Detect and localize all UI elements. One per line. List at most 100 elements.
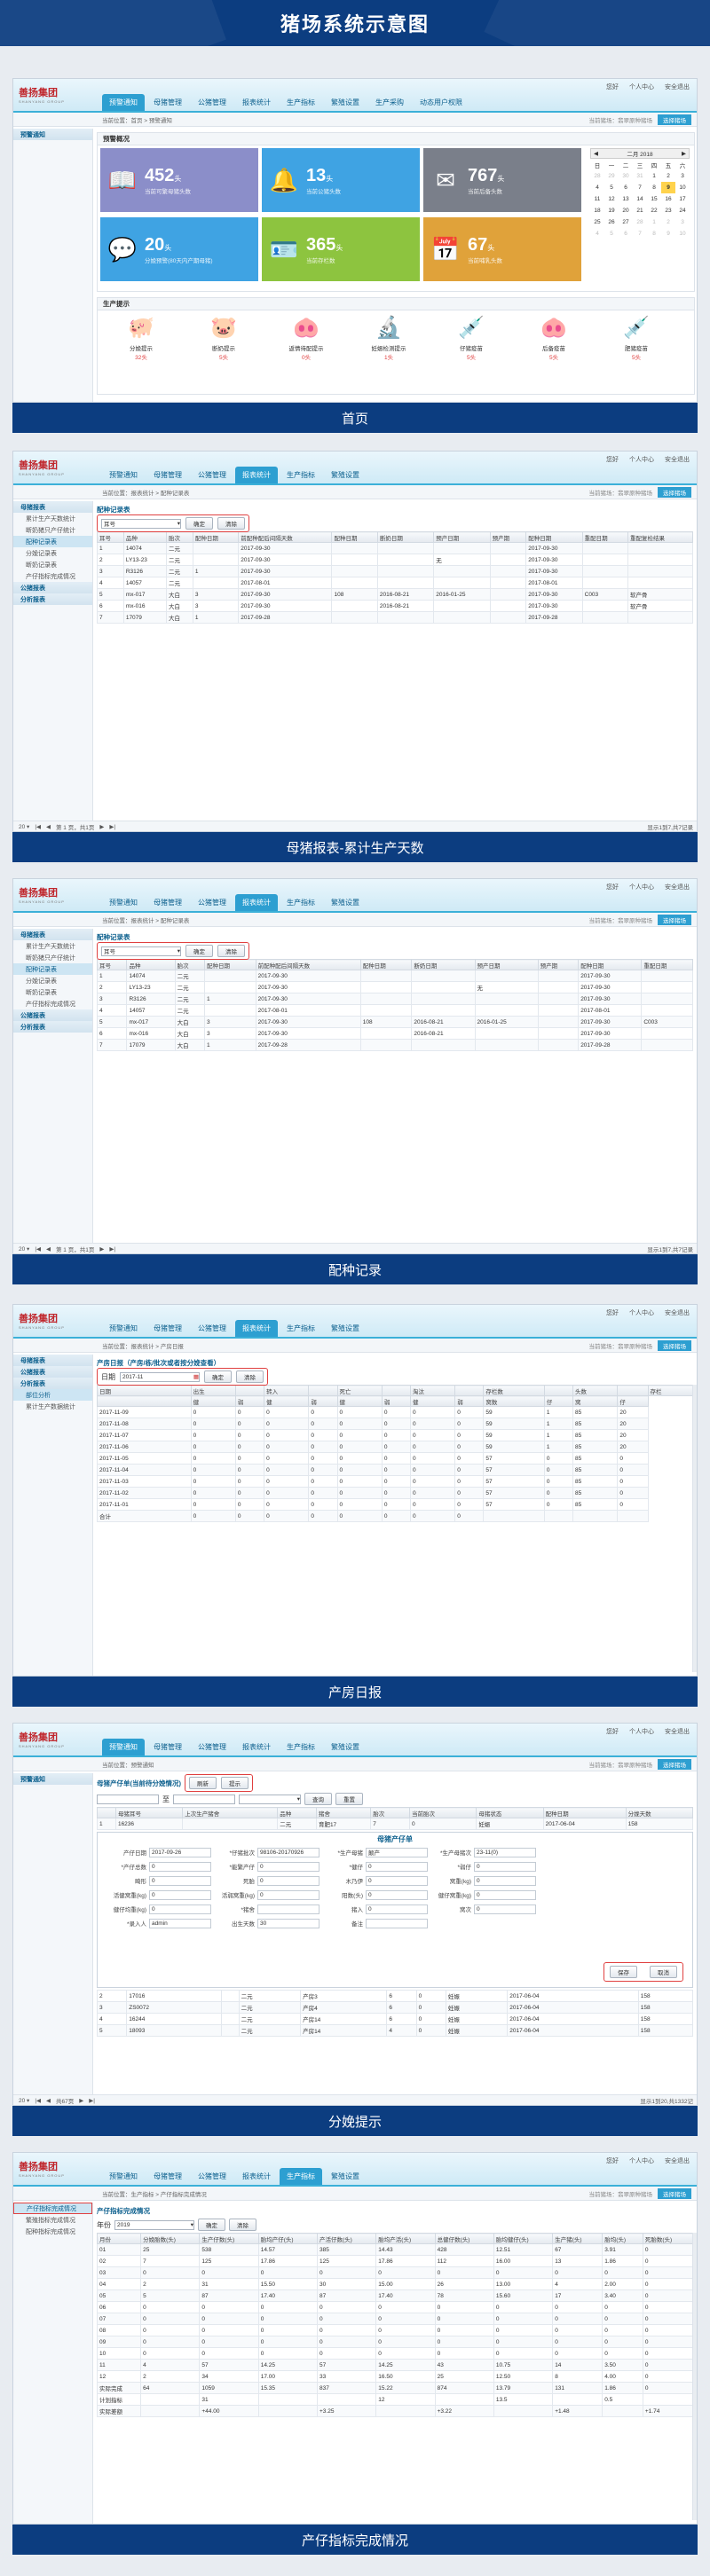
nav-tab[interactable]: 母猪管理 — [146, 1739, 189, 1755]
table-row[interactable]: 09 0 0 0 0 0 0 0 0 0 0 — [96, 2336, 694, 2348]
clear-button[interactable]: 清除 — [217, 517, 245, 530]
profile-link[interactable]: 个人中心 — [629, 883, 654, 891]
calendar-day[interactable]: 3 — [675, 216, 690, 228]
stat-card[interactable]: 📖 452头 当前可繁母猪头数 — [100, 148, 258, 212]
confirm-button[interactable]: 确定 — [198, 2219, 225, 2231]
nav-tab[interactable]: 母猪管理 — [146, 1320, 189, 1337]
calendar-day[interactable]: 16 — [661, 193, 675, 205]
table-row[interactable]: 2017-11-09 0 0 0 0 0 0 0 0 59 1 85 20 — [97, 1406, 693, 1418]
column-header[interactable]: 品种 — [122, 531, 168, 543]
calendar-day[interactable]: 9 — [661, 228, 675, 240]
switch-farm-button[interactable]: 选择猪场 — [658, 114, 691, 125]
calendar-day[interactable]: 1 — [647, 216, 661, 228]
column-header[interactable]: 配种日期 — [525, 531, 583, 543]
nav-tab[interactable]: 母猪管理 — [146, 894, 189, 911]
stat-card[interactable]: ✉ 767头 当前后备头数 — [423, 148, 581, 212]
refresh-button[interactable]: 刷新 — [189, 1777, 217, 1789]
page-size[interactable]: 20 ▾ — [19, 1245, 29, 1253]
calendar-day[interactable]: 21 — [633, 205, 647, 216]
field-input[interactable]: 0 — [149, 1861, 211, 1872]
nav-tab[interactable]: 繁殖设置 — [324, 1739, 367, 1755]
field-input[interactable]: 0 — [257, 1889, 320, 1900]
table-row[interactable]: 实际完成 64 1059 15.35 837 15.22 874 13.79 131 1.86 0 — [96, 2382, 694, 2394]
calendar-day[interactable]: 4 — [590, 228, 604, 240]
table-row[interactable]: 11 4 57 14.25 57 14.25 43 10.75 14 3.50 0 — [96, 2359, 694, 2371]
column-header[interactable]: 胎均产活(头) — [375, 2233, 436, 2244]
table-row[interactable]: 2017-11-03 0 0 0 0 0 0 0 0 57 0 85 0 — [97, 1475, 693, 1488]
prev-page-icon[interactable]: ◀ — [46, 2097, 51, 2104]
calendar-day[interactable]: 31 — [633, 170, 647, 182]
table-row[interactable]: 6 mx-016 大白 3 2017-09-30 2016-08-21 2017-09-30… — [97, 600, 693, 612]
column-header[interactable]: 预产日期 — [433, 531, 491, 543]
calendar-day[interactable]: 6 — [619, 182, 633, 193]
column-header[interactable]: 配种日期 — [578, 959, 643, 970]
column-header[interactable]: 重配日期 — [641, 959, 693, 970]
table-row[interactable]: 08 0 0 0 0 0 0 0 0 0 0 — [96, 2324, 694, 2336]
stat-card[interactable]: 🔔 13头 当前公猪头数 — [262, 148, 420, 212]
column-header[interactable]: 母猪耳号 — [114, 1807, 184, 1818]
sow-select[interactable]: ▾ — [239, 1794, 301, 1804]
field-input[interactable]: 98106-20170926 — [257, 1847, 320, 1857]
column-header[interactable]: 上次生产猪舍 — [182, 1807, 279, 1818]
sidebar-item[interactable]: 部位分析 — [13, 1389, 92, 1401]
field-input[interactable]: 0 — [366, 1875, 428, 1886]
first-page-icon[interactable]: |◀ — [35, 2097, 41, 2104]
field-select[interactable]: 耳号 ▾ — [101, 518, 181, 529]
field-input[interactable]: 0 — [474, 1861, 536, 1872]
nav-tab[interactable]: 公猪管理 — [191, 894, 233, 911]
nav-tab[interactable]: 母猪管理 — [146, 94, 189, 111]
nav-tab[interactable]: 繁殖设置 — [324, 894, 367, 911]
table-row[interactable]: 2017-11-06 0 0 0 0 0 0 0 0 59 1 85 20 — [97, 1441, 693, 1453]
column-header[interactable]: 配种日期 — [192, 531, 240, 543]
field-input[interactable]: 23-11(0) — [474, 1847, 536, 1857]
table-row[interactable]: 4 16244 二元 产房14 6 0 妊娠 2017-06-04 158 — [96, 2013, 694, 2025]
nav-tab[interactable]: 报表统计 — [235, 1739, 278, 1755]
prev-icon[interactable]: ◀ — [594, 150, 598, 157]
year-select[interactable]: 2019 ▾ — [114, 2219, 194, 2230]
sidebar-item[interactable]: 配种记录表 — [13, 963, 92, 975]
sidebar-item[interactable]: 公猪报表 — [13, 1366, 92, 1378]
nav-tab[interactable]: 生产指标 — [280, 1320, 322, 1337]
sidebar-item-alerts[interactable]: 预警通知 — [13, 1773, 92, 1785]
column-header[interactable]: 耳号 — [96, 959, 128, 970]
logout-link[interactable]: 安全退出 — [665, 82, 690, 91]
calendar-day[interactable]: 24 — [675, 205, 690, 216]
calendar-day[interactable]: 8 — [647, 228, 661, 240]
profile-link[interactable]: 个人中心 — [629, 82, 654, 91]
sidebar-item[interactable]: 配种指标完成情况 — [13, 2226, 92, 2237]
page-size[interactable]: 20 ▾ — [19, 823, 29, 830]
calendar-day[interactable]: 17 — [675, 193, 690, 205]
calendar-day[interactable]: 1 — [647, 170, 661, 182]
logout-link[interactable]: 安全退出 — [665, 2156, 690, 2165]
calendar-day[interactable]: 28 — [633, 216, 647, 228]
table-row[interactable]: 3 ZS0072 二元 产房4 6 0 妊娠 2017-06-04 158 — [96, 2001, 694, 2014]
column-header[interactable]: 预产日期 — [474, 959, 539, 970]
field-input[interactable]: 0 — [149, 1904, 211, 1914]
confirm-button[interactable]: 确定 — [185, 945, 213, 957]
date-from-input[interactable] — [97, 1794, 159, 1804]
column-header[interactable]: 前配种配后间隔天数 — [255, 959, 361, 970]
save-button[interactable]: 保存 — [610, 1966, 637, 1978]
nav-tab[interactable]: 生产采购 — [368, 94, 411, 111]
calendar-day[interactable]: 20 — [619, 205, 633, 216]
table-row[interactable]: 7 17079 大白 1 2017-09-28 2017-09-28 — [97, 611, 693, 624]
column-header[interactable]: 胎次 — [370, 1807, 410, 1818]
calendar-day[interactable]: 2 — [661, 216, 675, 228]
calendar-day[interactable]: 8 — [647, 182, 661, 193]
field-input[interactable]: 0 — [474, 1889, 536, 1900]
field-input[interactable]: 30 — [257, 1918, 320, 1928]
table-row[interactable]: 合计 0 0 0 0 0 0 0 0 — [97, 1510, 693, 1522]
page-size[interactable]: 20 ▾ — [19, 2097, 29, 2104]
calendar[interactable]: ◀ 二月 2018 ▶ 日一二三四五六 28 29 30 31 1 2 3 4 5 6 7 8 9 10 11 12… — [590, 148, 690, 240]
table-row[interactable]: 02 7 125 17.86 125 17.86 112 16.00 13 1.86 0 — [96, 2255, 694, 2267]
column-header[interactable]: 产活仔数(头) — [316, 2233, 377, 2244]
table-row[interactable]: 实际差额 +44.00 +3.25 +3.22 +1.48 +1.74 — [96, 2405, 694, 2417]
sidebar-item[interactable]: 分析报表 — [13, 1378, 92, 1389]
field-input[interactable]: 0 — [366, 1889, 428, 1900]
sidebar-item[interactable]: 配种记录表 — [13, 536, 92, 547]
cancel-button[interactable]: 取消 — [650, 1966, 677, 1978]
nav-tab[interactable]: 生产指标 — [280, 894, 322, 911]
next-icon[interactable]: ▶ — [682, 150, 686, 157]
field-input[interactable]: 0 — [257, 1875, 320, 1886]
column-header[interactable]: 母猪状态 — [476, 1807, 544, 1818]
